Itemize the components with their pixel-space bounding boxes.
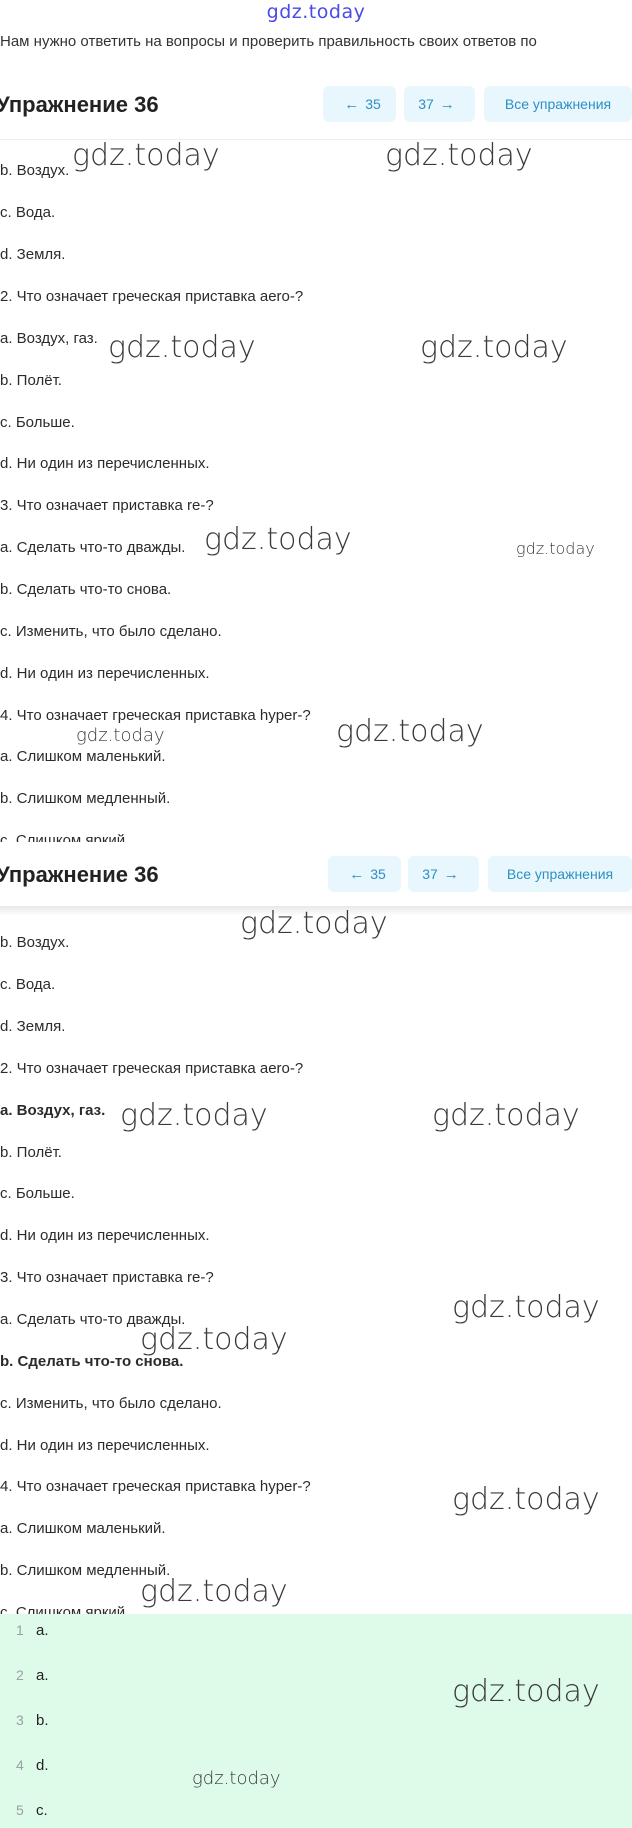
next-exercise-label: 37	[422, 866, 438, 882]
exercise-title: Упражнение 36	[0, 862, 159, 887]
exercise-header-sticky: Упражнение 36 ← 35 37 → Все упражнения	[0, 844, 632, 906]
list-item: b. Воздух.	[0, 934, 70, 951]
list-item: a. Сделать что-то дважды.	[0, 539, 186, 556]
arrow-left-icon: ←	[344, 95, 360, 113]
arrow-left-icon: ←	[349, 865, 365, 883]
answer-number: 4	[16, 1757, 24, 1773]
list-item: d. Земля.	[0, 1018, 66, 1035]
prev-exercise-label: 35	[365, 96, 381, 112]
list-item-correct: b. Сделать что-то снова.	[0, 1353, 184, 1370]
list-item: b. Полёт.	[0, 1144, 62, 1161]
answer-value: a.	[36, 1622, 49, 1639]
list-item: c. Больше.	[0, 414, 75, 431]
list-item: a. Воздух, газ.	[0, 330, 98, 347]
exercise-title: Упражнение 36	[0, 92, 159, 117]
list-item: b. Слишком медленный.	[0, 1562, 171, 1579]
answer-value: b.	[36, 1712, 49, 1729]
all-exercises-label: Все упражнения	[506, 866, 614, 882]
list-item: c. Изменить, что было сделано.	[0, 1395, 222, 1412]
list-item: c. Больше.	[0, 1185, 75, 1202]
list-item: d. Земля.	[0, 246, 66, 263]
list-item: d. Ни один из перечисленных.	[0, 455, 210, 472]
list-item: b. Слишком медленный.	[0, 790, 171, 807]
exercise-header: Упражнение 36 ← 35 37 → Все упражнения	[0, 74, 632, 136]
list-item: 2. Что означает греческая приставка aero…	[0, 288, 304, 305]
list-item: 2. Что означает греческая приставка aero…	[0, 1060, 304, 1077]
list-item-correct: a. Воздух, газ.	[0, 1102, 106, 1119]
list-item: a. Сделать что-то дважды.	[0, 1311, 186, 1328]
answer-number: 2	[16, 1667, 24, 1683]
answer-number: 1	[16, 1622, 24, 1638]
next-exercise-label: 37	[418, 96, 434, 112]
list-item: 3. Что означает приставка re-?	[0, 1269, 214, 1286]
next-exercise-button[interactable]: 37 →	[404, 86, 475, 122]
prev-exercise-button[interactable]: ← 35	[323, 86, 396, 122]
list-item: c. Изменить, что было сделано.	[0, 623, 222, 640]
exercise-content-2: b. Воздух. c. Вода. d. Земля. 2. Что озн…	[0, 910, 632, 1614]
all-exercises-button[interactable]: Все упражнения	[484, 86, 632, 122]
all-exercises-label: Все упражнения	[504, 96, 612, 112]
answer-value: d.	[36, 1757, 49, 1774]
list-item: b. Полёт.	[0, 372, 62, 389]
answers-panel: 1 a. 2 a. 3 b. 4 d. 5 c.	[0, 1614, 632, 1828]
list-item: 4. Что означает греческая приставка hype…	[0, 707, 311, 724]
arrow-right-icon: →	[439, 95, 455, 113]
answer-value: c.	[36, 1802, 48, 1819]
list-item: c. Вода.	[0, 204, 56, 221]
list-item: c. Слишком яркий.	[0, 832, 130, 842]
list-item: b. Воздух.	[0, 162, 70, 179]
answer-number: 5	[16, 1802, 24, 1818]
answer-number: 3	[16, 1712, 24, 1728]
list-item: 3. Что означает приставка re-?	[0, 497, 214, 514]
intro-text: Нам нужно ответить на вопросы и проверит…	[0, 33, 537, 50]
next-exercise-button[interactable]: 37 →	[408, 856, 479, 892]
prev-exercise-button[interactable]: ← 35	[328, 856, 401, 892]
list-item: d. Ни один из перечисленных.	[0, 1227, 210, 1244]
list-item: d. Ни один из перечисленных.	[0, 665, 210, 682]
list-item: b. Сделать что-то снова.	[0, 581, 172, 598]
arrow-right-icon: →	[443, 865, 459, 883]
list-item: c. Вода.	[0, 976, 56, 993]
all-exercises-button[interactable]: Все упражнения	[488, 856, 632, 892]
prev-exercise-label: 35	[370, 866, 386, 882]
exercise-content-1: b. Воздух. c. Вода. d. Земля. 2. Что озн…	[0, 140, 632, 842]
list-item: c. Слишком яркий.	[0, 1604, 130, 1614]
list-item: a. Слишком маленький.	[0, 1520, 166, 1537]
list-item: 4. Что означает греческая приставка hype…	[0, 1478, 311, 1495]
answer-value: a.	[36, 1667, 49, 1684]
list-item: d. Ни один из перечисленных.	[0, 1437, 210, 1454]
list-item: a. Слишком маленький.	[0, 748, 166, 765]
watermark-top: gdz.today	[266, 1, 366, 23]
